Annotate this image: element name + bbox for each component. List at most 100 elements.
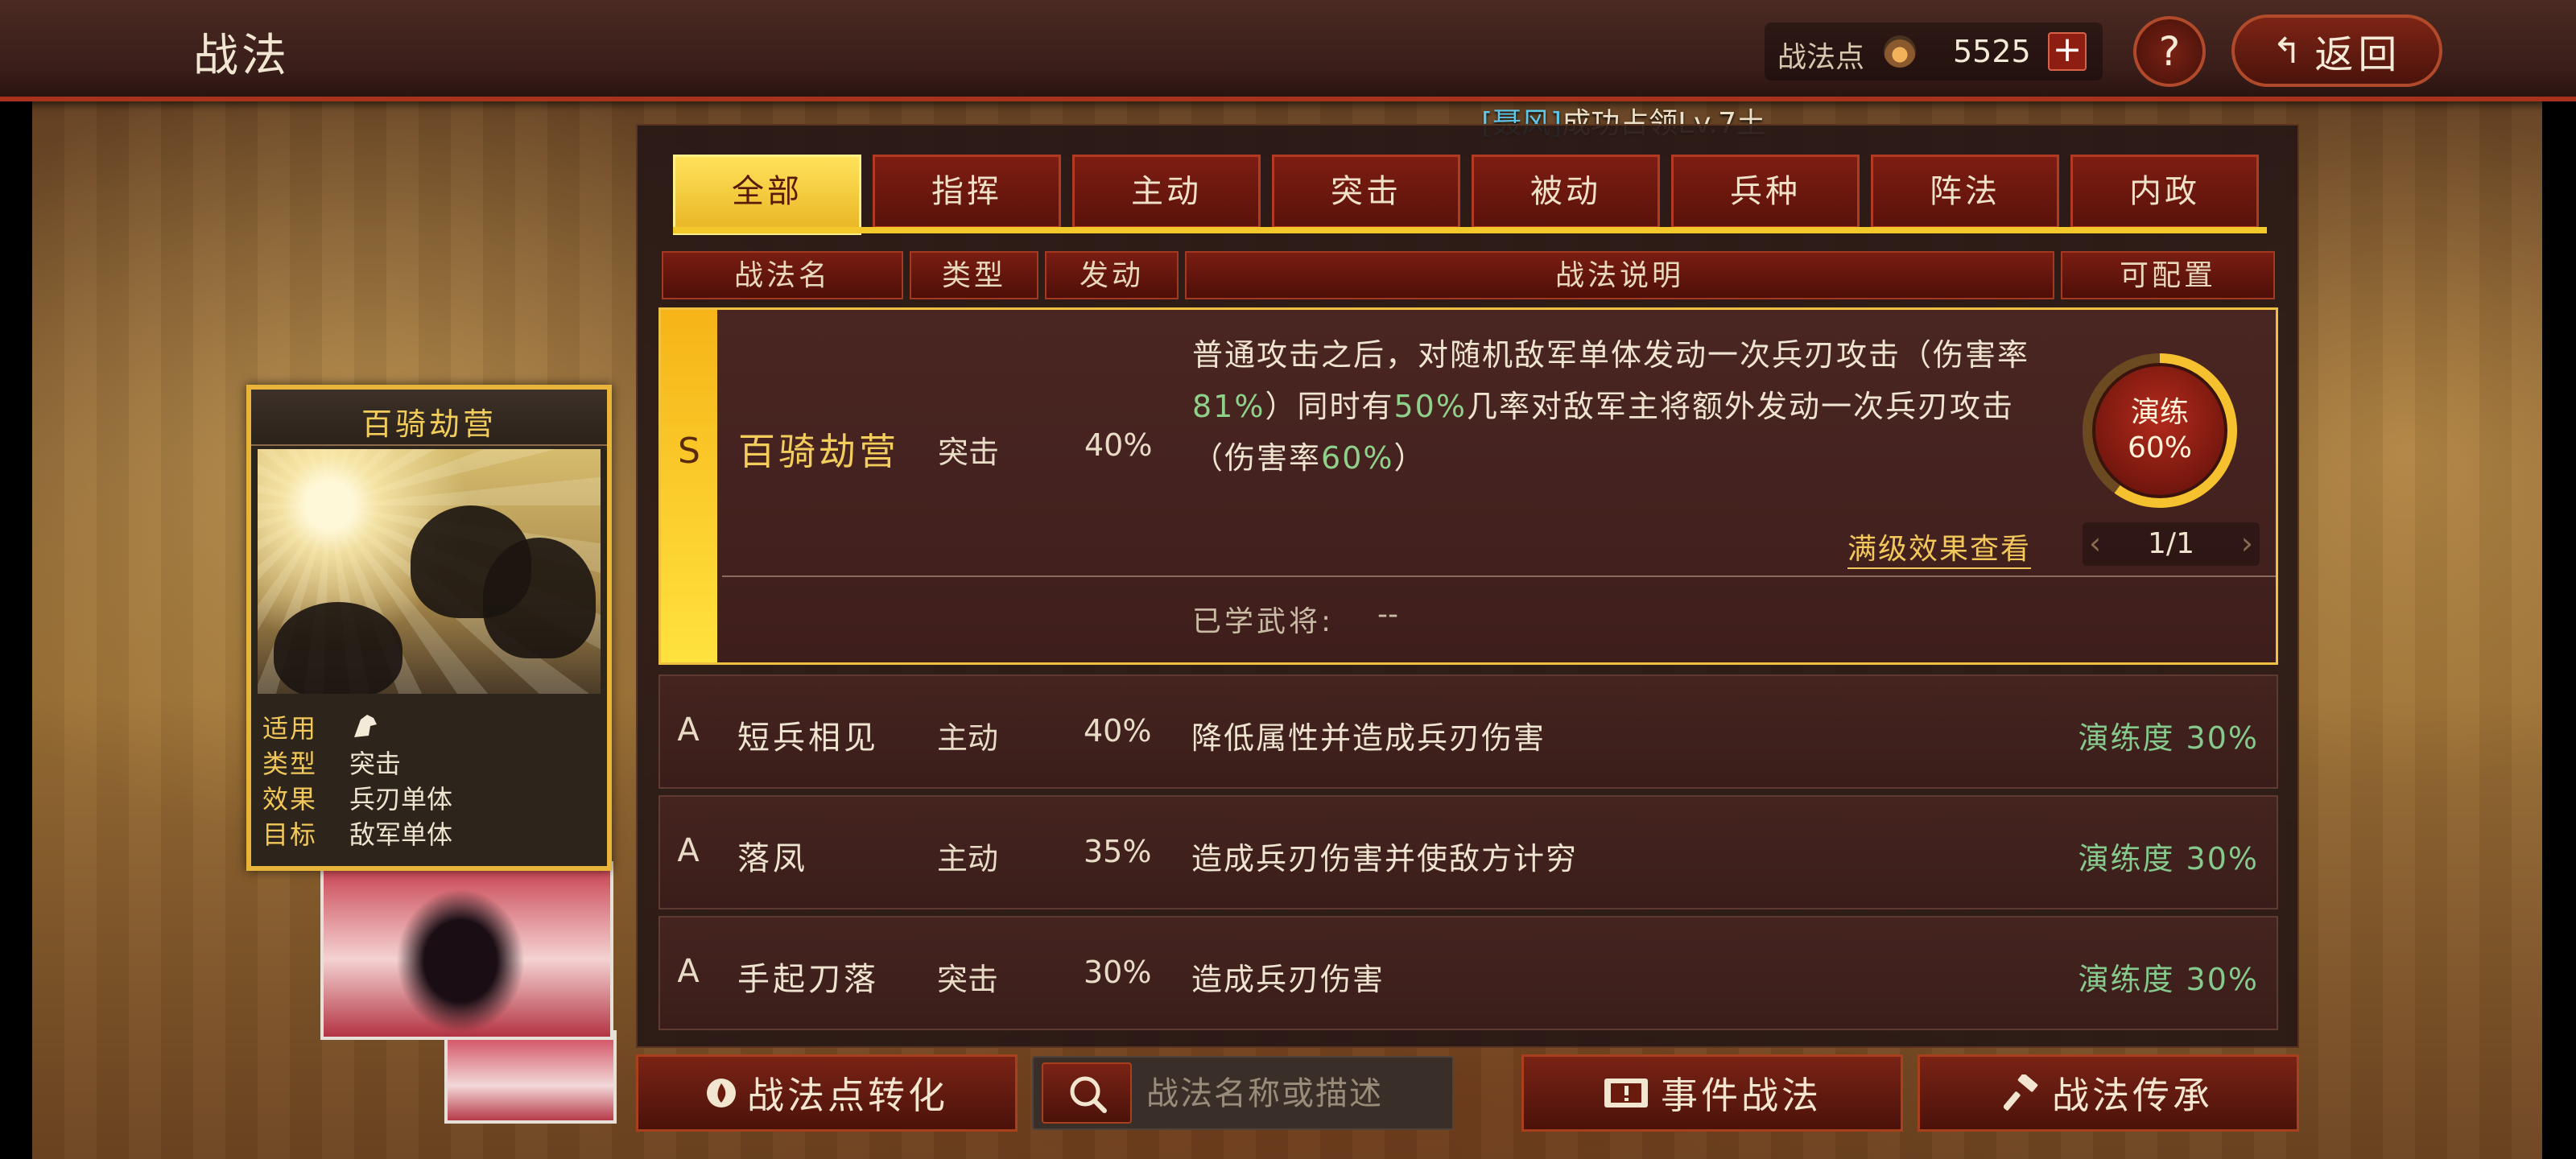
flame-icon bbox=[1884, 35, 1916, 68]
row-name: 落凤 bbox=[737, 840, 808, 877]
hammer-icon bbox=[2004, 1074, 2038, 1111]
practice-badge-inner: 演练 60% bbox=[2092, 363, 2227, 498]
add-points-button[interactable]: + bbox=[2048, 32, 2087, 71]
card-info-key: 类型 bbox=[262, 749, 318, 779]
convert-points-label: 战法点转化 bbox=[747, 1074, 948, 1117]
tab-formation[interactable]: 阵法 bbox=[1871, 155, 2059, 229]
tab-active[interactable]: 主动 bbox=[1072, 155, 1261, 229]
row-rate: 35% bbox=[1084, 834, 1152, 869]
row-grade: A bbox=[677, 832, 700, 869]
card-info-value: 敌军单体 bbox=[349, 819, 453, 850]
convert-points-button[interactable]: 战法点转化 bbox=[636, 1054, 1018, 1132]
category-tabs: 全部 指挥 主动 突击 被动 兵种 阵法 内政 bbox=[673, 155, 2259, 235]
tactic-points-value: 5525 bbox=[1953, 34, 2031, 69]
pager: ‹ 1/1 › bbox=[2083, 522, 2260, 566]
tactic-row[interactable]: A 短兵相见 主动 40% 降低属性并造成兵刃伤害 演练度 30% bbox=[658, 674, 2278, 789]
desc-value: 60% bbox=[1321, 440, 1394, 476]
card-title-bar: 百骑劫营 bbox=[251, 390, 607, 446]
rider-figure bbox=[274, 602, 402, 694]
tactic-type: 突击 bbox=[938, 435, 1000, 470]
row-name: 短兵相见 bbox=[737, 720, 879, 757]
tactic-description: 普通攻击之后，对随机敌军单体发动一次兵刃攻击（伤害率81%）同时有50%几率对敌… bbox=[1192, 329, 2046, 484]
cavalry-icon bbox=[354, 715, 377, 737]
practice-progress-ring[interactable]: 演练 60% bbox=[2083, 353, 2237, 508]
tactic-row-selected[interactable]: S 百骑劫营 突击 40% 普通攻击之后，对随机敌军单体发动一次兵刃攻击（伤害率… bbox=[658, 307, 2278, 665]
header-rate: 发动 bbox=[1045, 251, 1179, 299]
row-type: 主动 bbox=[937, 841, 999, 876]
card-info-key: 适用 bbox=[262, 713, 318, 744]
tactics-panel: 全部 指挥 主动 突击 被动 兵种 阵法 内政 战法名 类型 发动 战法说明 可… bbox=[636, 124, 2299, 1048]
row-description: 降低属性并造成兵刃伤害 bbox=[1191, 720, 1546, 756]
card-title: 百骑劫营 bbox=[361, 406, 497, 442]
row-practice: 演练度 30% bbox=[2078, 962, 2259, 997]
tactic-points-label: 战法点 bbox=[1777, 41, 1865, 74]
tab-assault[interactable]: 突击 bbox=[1272, 155, 1460, 229]
learned-generals-label: 已学武将: bbox=[1192, 605, 1335, 638]
tab-internal[interactable]: 内政 bbox=[2070, 155, 2259, 229]
header-type: 类型 bbox=[910, 251, 1038, 299]
search-icon bbox=[1070, 1076, 1107, 1113]
search-button[interactable] bbox=[1042, 1062, 1132, 1124]
grade-letter: S bbox=[678, 431, 700, 472]
page-title: 战法 bbox=[193, 30, 290, 82]
row-rate: 30% bbox=[1084, 955, 1152, 990]
tactic-row[interactable]: A 落凤 主动 35% 造成兵刃伤害并使敌方计穷 演练度 30% bbox=[658, 795, 2278, 909]
next-arrow-icon[interactable]: › bbox=[2241, 526, 2253, 561]
row-type: 突击 bbox=[937, 962, 999, 997]
event-tactics-button[interactable]: 事件战法 bbox=[1521, 1054, 1903, 1132]
desc-text: ） bbox=[1393, 440, 1426, 476]
row-rate: 40% bbox=[1084, 713, 1152, 749]
pager-text: 1/1 bbox=[2148, 527, 2194, 560]
tab-all[interactable]: 全部 bbox=[673, 155, 861, 235]
tactic-points-box: 战法点 5525 + bbox=[1765, 23, 2103, 80]
search-input[interactable] bbox=[1146, 1070, 1444, 1117]
card-stack-back bbox=[444, 1030, 617, 1124]
event-tactics-label: 事件战法 bbox=[1661, 1074, 1822, 1117]
tactic-inherit-button[interactable]: 战法传承 bbox=[1918, 1054, 2299, 1132]
row-practice: 演练度 30% bbox=[2078, 841, 2259, 876]
row-description: 造成兵刃伤害并使敌方计穷 bbox=[1191, 841, 1579, 876]
learned-generals-value: -- bbox=[1377, 598, 1398, 631]
tab-troop[interactable]: 兵种 bbox=[1671, 155, 1860, 229]
card-stack-middle bbox=[320, 861, 613, 1040]
tactic-inherit-label: 战法传承 bbox=[2052, 1074, 2213, 1117]
rider-silhouette bbox=[396, 889, 525, 1033]
row-grade: A bbox=[677, 953, 700, 990]
card-info-value: 兵刃单体 bbox=[349, 784, 453, 815]
tab-passive[interactable]: 被动 bbox=[1472, 155, 1660, 229]
tactic-row[interactable]: A 手起刀落 突击 30% 造成兵刃伤害 演练度 30% bbox=[658, 916, 2278, 1030]
top-bar: 战法 战法点 5525 + ? ↰ 返回 bbox=[0, 0, 2576, 101]
grade-bar: S bbox=[661, 310, 717, 662]
skill-card: 百骑劫营 适用 类型 突击 效果 兵刃单体 目标 敌军单体 bbox=[246, 385, 612, 871]
desc-value: 81% bbox=[1192, 389, 1265, 424]
rider-figure bbox=[483, 538, 596, 658]
card-info-row: 适用 bbox=[262, 708, 601, 744]
tactic-name: 百骑劫营 bbox=[738, 430, 899, 473]
card-info: 适用 类型 突击 效果 兵刃单体 目标 敌军单体 bbox=[262, 708, 601, 850]
flame-icon bbox=[707, 1079, 736, 1107]
desc-text: 普通攻击之后，对随机敌军单体发动一次兵刃攻击（伤害率 bbox=[1192, 337, 2030, 373]
row-type: 主动 bbox=[937, 720, 999, 756]
row-name: 手起刀落 bbox=[737, 961, 879, 998]
back-button-label: 返回 bbox=[2314, 32, 2402, 77]
tab-command[interactable]: 指挥 bbox=[873, 155, 1061, 229]
tactic-rate: 40% bbox=[1084, 427, 1153, 463]
card-info-value bbox=[349, 708, 382, 744]
tab-underline bbox=[673, 227, 2267, 233]
desc-value: 50% bbox=[1393, 389, 1467, 424]
card-info-row: 目标 敌军单体 bbox=[262, 815, 601, 850]
card-info-value: 突击 bbox=[349, 749, 402, 779]
max-level-effect-link[interactable]: 满级效果查看 bbox=[1847, 526, 2032, 569]
desc-text: ）同时有 bbox=[1265, 389, 1394, 424]
column-headers: 战法名 类型 发动 战法说明 可配置 bbox=[662, 251, 2275, 299]
row-divider bbox=[722, 575, 2276, 577]
back-arrow-icon: ↰ bbox=[2272, 30, 2307, 72]
back-button[interactable]: ↰ 返回 bbox=[2231, 14, 2442, 87]
card-info-row: 类型 突击 bbox=[262, 744, 601, 779]
header-description: 战法说明 bbox=[1185, 251, 2054, 299]
row-grade: A bbox=[677, 711, 700, 749]
help-button[interactable]: ? bbox=[2133, 16, 2206, 87]
row-description: 造成兵刃伤害 bbox=[1191, 962, 1385, 997]
practice-value: 60% bbox=[2127, 431, 2192, 464]
practice-label: 演练 bbox=[2130, 396, 2189, 429]
